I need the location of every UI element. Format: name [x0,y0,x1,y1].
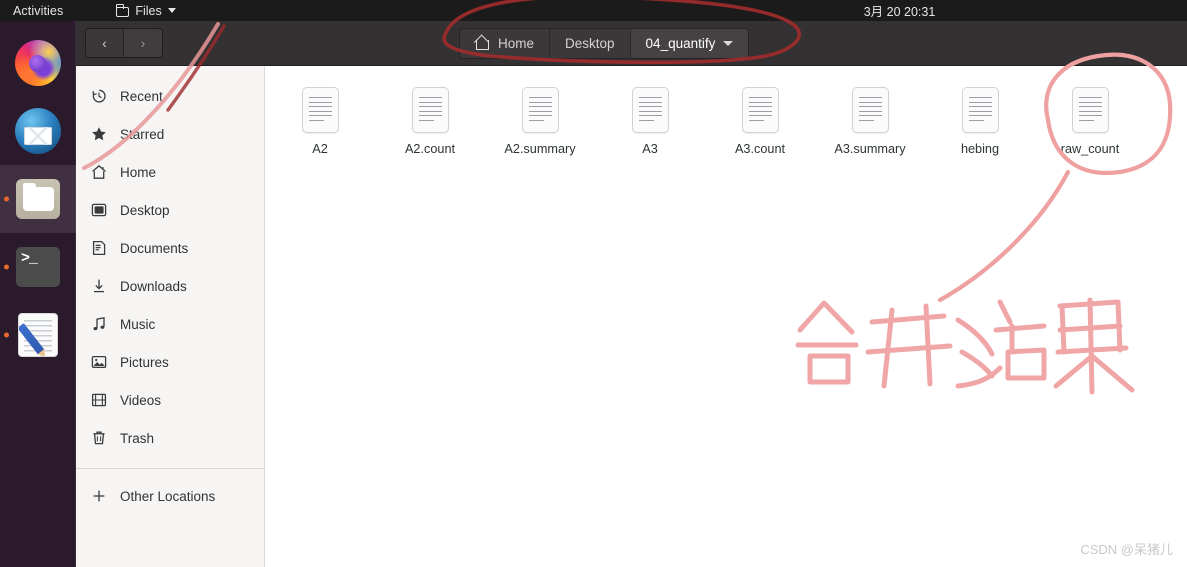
gnome-top-bar: Activities Files 3月 20 20:31 [0,0,1187,21]
text-editor-icon [14,311,62,359]
sidebar-item-desktop[interactable]: Desktop [76,191,264,229]
file-item[interactable]: A2 [265,87,375,158]
app-menu-label: Files [135,3,162,18]
folder-icon [116,3,130,17]
file-item[interactable]: A2.count [375,87,485,158]
dock-item-thunderbird[interactable] [0,97,76,165]
breadcrumb-item-04-quantify[interactable]: 04_quantify [630,28,749,58]
running-indicator-dot [4,196,9,202]
sidebar-item-label: Desktop [120,202,170,218]
dock-item-firefox[interactable] [0,29,76,97]
home-icon [90,163,108,181]
sidebar-item-recent[interactable]: Recent [76,77,264,115]
breadcrumb-item-desktop[interactable]: Desktop [550,28,631,58]
dock-item-files[interactable] [0,165,76,233]
file-name-label: A3.summary [834,142,906,156]
picture-icon [90,353,108,371]
breadcrumb: Home Desktop 04_quantify [459,27,750,59]
breadcrumb-label: Desktop [565,35,615,51]
navigation-buttons: ‹ › [85,28,163,58]
file-name-label: A2 [312,142,328,156]
clock-icon [90,87,108,105]
sidebar-item-trash[interactable]: Trash [76,419,264,457]
music-note-icon [90,315,108,333]
file-name-label: hebing [960,142,1000,156]
sidebar-item-label: Videos [120,392,162,408]
file-name-label: A2.count [404,142,456,156]
dock-item-terminal[interactable]: >_ [0,233,76,301]
places-sidebar: Recent Starred Home Desktop Documents Do… [76,66,265,567]
file-name-label: A2.summary [504,142,576,156]
file-grid: A2 A2.count A2.summary A3 A3.count A3.summary… [265,82,1187,170]
sidebar-item-label: Starred [120,126,165,142]
text-file-icon [961,87,999,133]
sidebar-item-label: Pictures [120,354,169,370]
download-icon [90,277,108,295]
sidebar-item-pictures[interactable]: Pictures [76,343,264,381]
sidebar-item-label: Music [120,316,156,332]
sidebar-item-label: Other Locations [120,488,216,504]
files-window: ‹ › Home Desktop 04_quantify Recent Star… [76,21,1187,567]
sidebar-item-videos[interactable]: Videos [76,381,264,419]
sidebar-item-label: Downloads [120,278,187,294]
text-file-icon [741,87,779,133]
ubuntu-dock: >_ [0,21,76,567]
star-icon [90,125,108,143]
file-item[interactable]: raw_count [1035,87,1145,158]
activities-button[interactable]: Activities [13,4,63,18]
text-file-icon [631,87,669,133]
files-icon [14,175,62,223]
sidebar-item-label: Recent [120,88,163,104]
sidebar-item-label: Documents [120,240,189,256]
dock-item-text-editor[interactable] [0,301,76,369]
sidebar-item-starred[interactable]: Starred [76,115,264,153]
document-icon [90,239,108,257]
chevron-down-icon[interactable] [723,40,734,46]
text-file-icon [521,87,559,133]
sidebar-item-music[interactable]: Music [76,305,264,343]
running-indicator-dot [4,264,9,270]
file-name-label: raw_count [1060,142,1120,156]
csdn-watermark: CSDN @呆猪儿 [1080,542,1173,557]
sidebar-item-downloads[interactable]: Downloads [76,267,264,305]
thunderbird-icon [14,107,62,155]
text-file-icon [851,87,889,133]
video-film-icon [90,391,108,409]
desktop-icon [90,201,108,219]
terminal-icon: >_ [14,243,62,291]
breadcrumb-label: 04_quantify [645,35,716,51]
home-icon [475,36,490,50]
window-header-bar: ‹ › Home Desktop 04_quantify [76,21,1187,66]
chevron-down-icon [167,8,176,13]
firefox-icon [14,39,62,87]
file-item[interactable]: A3.count [705,87,815,158]
file-list-view[interactable]: A2 A2.count A2.summary A3 A3.count A3.summary… [265,66,1187,567]
file-item[interactable]: A3 [595,87,705,158]
text-file-icon [1071,87,1109,133]
forward-button[interactable]: › [124,29,162,57]
sidebar-item-label: Trash [120,430,155,446]
text-file-icon [411,87,449,133]
file-name-label: A3 [642,142,658,156]
text-file-icon [301,87,339,133]
running-indicator-dot [4,332,9,338]
sidebar-divider [76,468,264,469]
file-item[interactable]: hebing [925,87,1035,158]
sidebar-item-other-locations[interactable]: Other Locations [76,477,264,515]
plus-icon [90,487,108,505]
trash-icon [90,429,108,447]
sidebar-item-home[interactable]: Home [76,153,264,191]
file-item[interactable]: A3.summary [815,87,925,158]
file-item[interactable]: A2.summary [485,87,595,158]
screen: Activities Files 3月 20 20:31 >_ ‹ › Home… [0,0,1187,567]
app-menu-button[interactable]: Files [116,3,176,18]
breadcrumb-item-home[interactable]: Home [460,28,551,58]
sidebar-item-label: Home [120,164,157,180]
back-button[interactable]: ‹ [86,29,124,57]
file-name-label: A3.count [734,142,786,156]
sidebar-item-documents[interactable]: Documents [76,229,264,267]
clock[interactable]: 3月 20 20:31 [864,1,936,20]
terminal-prompt-glyph: >_ [16,247,60,287]
breadcrumb-label: Home [498,35,535,51]
